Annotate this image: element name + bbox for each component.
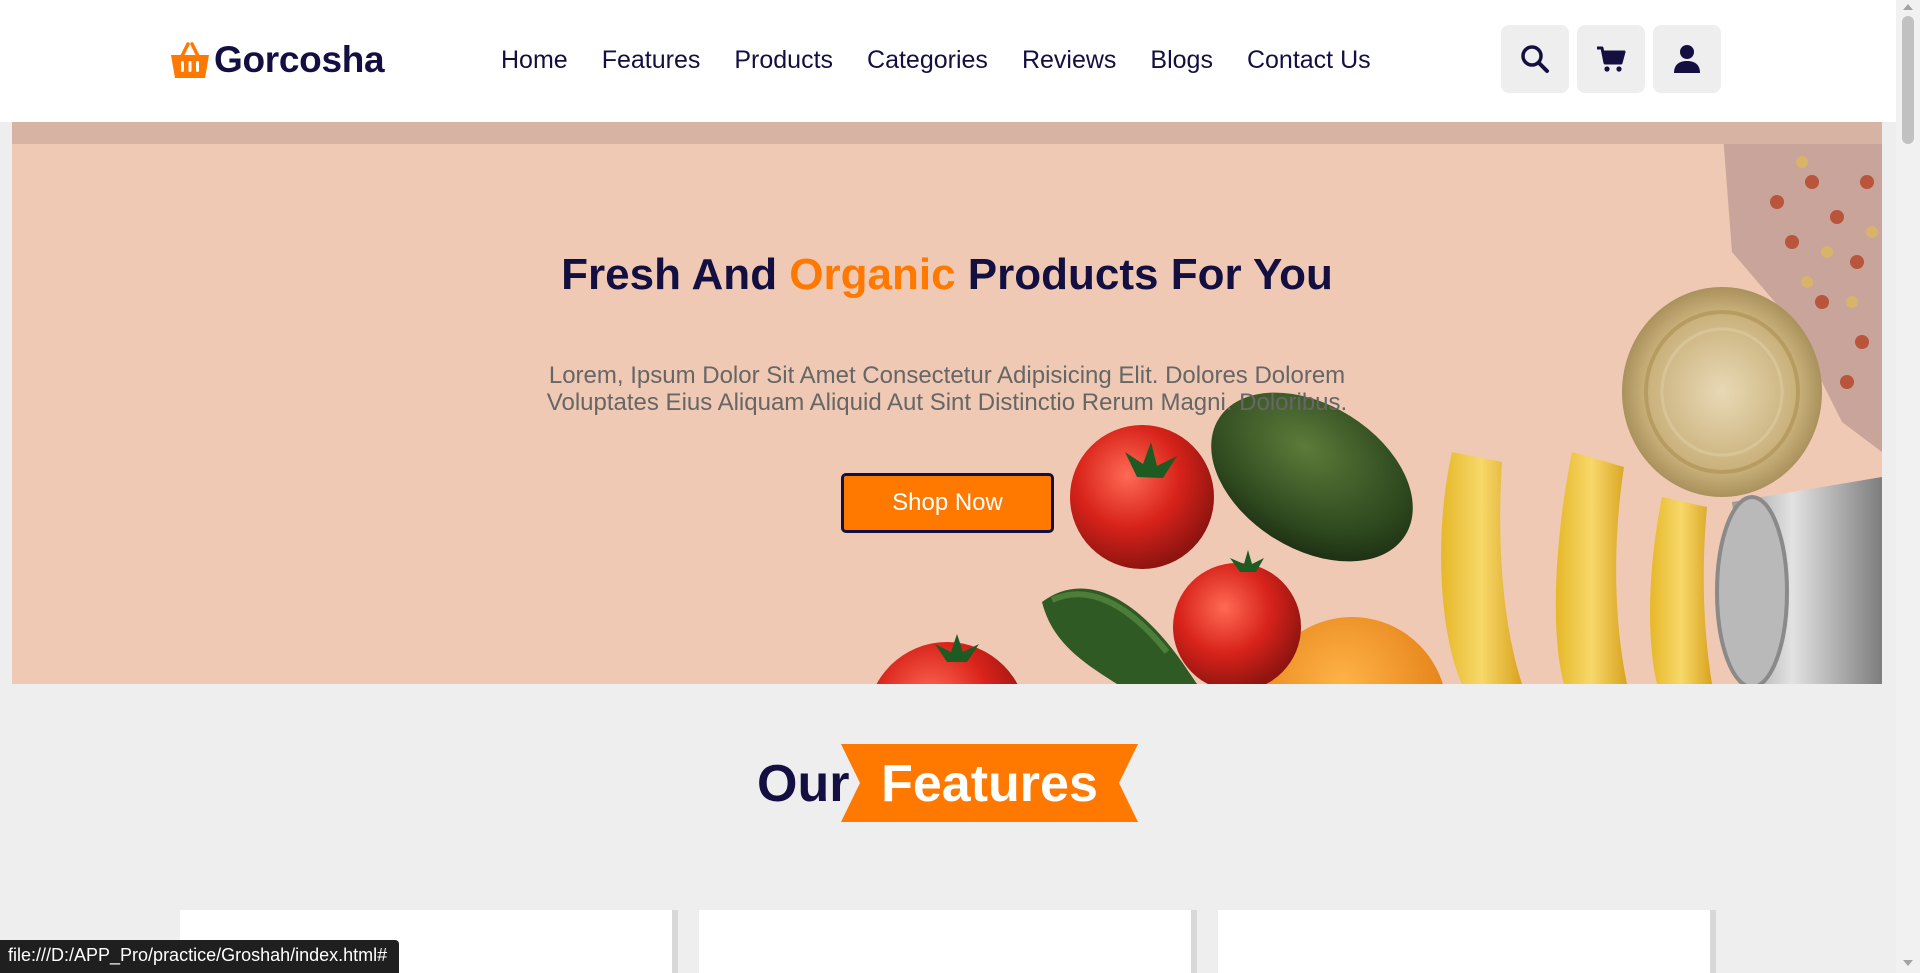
hero-title-accent: Organic: [789, 250, 956, 299]
cart-icon: [1597, 46, 1626, 72]
nav-blogs[interactable]: Blogs: [1150, 46, 1213, 75]
browser-status-url: file:///D:/APP_Pro/practice/Groshah/inde…: [0, 940, 400, 973]
user-icon: [1674, 45, 1700, 73]
hero-title-end: Products For You: [955, 250, 1333, 299]
features-heading-plain: Our: [757, 755, 850, 813]
shop-now-button[interactable]: Shop Now: [841, 473, 1054, 533]
scroll-down-arrow-icon[interactable]: [1903, 960, 1913, 966]
nav-features[interactable]: Features: [602, 46, 701, 75]
logo-text: Gorcosha: [214, 39, 385, 80]
scrollbar-thumb[interactable]: [1902, 16, 1914, 144]
nav-reviews[interactable]: Reviews: [1022, 46, 1116, 75]
hero-title: Fresh And Organic Products For You: [12, 250, 1882, 300]
cart-button[interactable]: [1577, 25, 1645, 93]
features-heading: Our Features: [0, 740, 1896, 822]
hero-banner: Fresh And Organic Products For You Lorem…: [12, 122, 1882, 684]
nav-home[interactable]: Home: [501, 46, 568, 75]
hero-title-start: Fresh And: [561, 250, 790, 299]
header-icons: [1501, 25, 1721, 93]
scroll-up-arrow-icon[interactable]: [1903, 4, 1913, 10]
hero-description: Lorem, Ipsum Dolor Sit Amet Consectetur …: [546, 362, 1348, 416]
logo[interactable]: Gorcosha: [168, 36, 385, 84]
feature-card: [699, 910, 1197, 973]
nav-contact-us[interactable]: Contact Us: [1247, 46, 1371, 75]
basket-icon: [171, 42, 209, 78]
search-icon: [1521, 45, 1549, 73]
hero-content: Fresh And Organic Products For You Lorem…: [12, 122, 1882, 684]
site-header: Gorcosha Home Features Products Categori…: [0, 0, 1896, 122]
main-nav: Home Features Products Categories Review…: [484, 40, 1388, 80]
feature-card: [1218, 910, 1716, 973]
page-scrollbar[interactable]: [1896, 0, 1920, 973]
nav-products[interactable]: Products: [734, 46, 833, 75]
search-button[interactable]: [1501, 25, 1569, 93]
user-button[interactable]: [1653, 25, 1721, 93]
features-heading-accent: Features: [881, 755, 1098, 813]
nav-categories[interactable]: Categories: [867, 46, 988, 75]
